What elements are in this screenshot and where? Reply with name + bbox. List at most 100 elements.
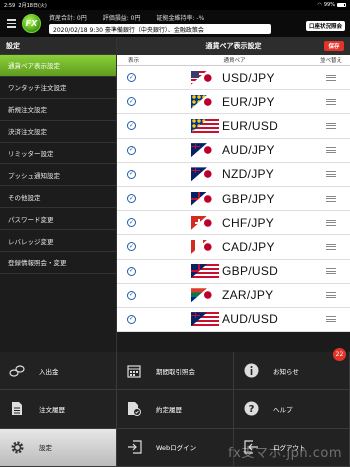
drag-handle-icon[interactable] — [312, 243, 350, 250]
show-toggle[interactable]: ✓ — [117, 121, 157, 131]
checkmark-icon: ✓ — [127, 73, 136, 83]
pair-row[interactable]: ✓ AUD/USD — [117, 307, 350, 333]
help-icon: ? — [243, 401, 259, 417]
sidebar-item-registration[interactable]: 登録情報照会・変更 — [0, 252, 116, 274]
menu-execution-history[interactable]: 約定履歴 — [117, 390, 234, 429]
drag-handle-icon[interactable] — [312, 171, 350, 178]
checkmark-icon: ✓ — [127, 169, 136, 179]
pair-row[interactable]: ✓ NZD/JPY — [117, 162, 350, 187]
pair-label: GBP/USD — [222, 264, 279, 279]
menu-web-login[interactable]: Webログイン — [117, 428, 234, 467]
valuation-pl: 評価損益: 0円 — [102, 14, 141, 22]
sidebar-item-new-order[interactable]: 新規注文設定 — [0, 99, 116, 121]
sidebar-item-leverage[interactable]: レバレッジ変更 — [0, 230, 116, 253]
drag-handle-icon[interactable] — [312, 147, 350, 154]
bottom-menu: 入出金 期間取引照会 お知らせ 22 注文履歴 約定履歴 ? ヘルプ 設定 We… — [0, 348, 350, 467]
pair-cell: USD/JPY — [157, 70, 312, 85]
checkmark-icon: ✓ — [127, 218, 136, 228]
sidebar-item-pair-display[interactable]: 通貨ペア表示設定 — [0, 55, 116, 77]
show-toggle[interactable]: ✓ — [117, 194, 157, 204]
sidebar-item-close-order[interactable]: 決済注文設定 — [0, 121, 116, 143]
pair-cell: CAD/JPY — [157, 239, 312, 254]
show-toggle[interactable]: ✓ — [117, 97, 157, 107]
menu-order-history[interactable]: 注文履歴 — [0, 390, 117, 429]
sidebar-item-one-touch[interactable]: ワンタッチ注文設定 — [0, 77, 116, 99]
menu-period-inquiry[interactable]: 期間取引照会 — [117, 352, 234, 391]
drag-handle-icon[interactable] — [312, 74, 350, 81]
news-ticker[interactable]: 2020/02/18 9:30 豪準備銀行（中央銀行）、金融政策会 — [49, 24, 271, 34]
show-toggle[interactable]: ✓ — [117, 266, 157, 276]
save-button[interactable]: 保存 — [324, 41, 344, 51]
show-toggle[interactable]: ✓ — [117, 314, 157, 324]
column-show: 表示 — [128, 58, 140, 64]
currency-flag-icon — [191, 288, 219, 303]
pair-cell: AUD/JPY — [157, 143, 312, 158]
pair-row[interactable]: ✓ EUR/JPY — [117, 90, 350, 115]
checkmark-icon: ✓ — [127, 145, 136, 155]
checkmark-icon: ✓ — [127, 290, 136, 300]
pair-label: EUR/JPY — [222, 94, 275, 109]
pair-row[interactable]: ✓ CHF/JPY — [117, 211, 350, 236]
pair-cell: EUR/JPY — [157, 94, 312, 109]
menu-notices[interactable]: お知らせ 22 — [234, 348, 350, 391]
currency-flag-icon — [191, 94, 219, 109]
pair-row[interactable]: ✓ AUD/JPY — [117, 138, 350, 163]
currency-flag-icon — [191, 167, 219, 182]
menu-label: 期間取引照会 — [156, 367, 195, 376]
drag-handle-icon[interactable] — [312, 219, 350, 226]
menu-deposit[interactable]: 入出金 — [0, 352, 117, 391]
menu-settings[interactable]: 設定 — [0, 428, 117, 467]
pair-row[interactable]: ✓ CAD/JPY — [117, 235, 350, 260]
drag-handle-icon[interactable] — [312, 122, 350, 129]
sidebar-item-push[interactable]: プッシュ通知設定 — [0, 164, 116, 187]
sidebar-item-password[interactable]: パスワード変更 — [0, 208, 116, 231]
pair-row[interactable]: ✓ ZAR/JPY — [117, 283, 350, 308]
gear-icon — [9, 439, 25, 455]
show-toggle[interactable]: ✓ — [117, 290, 157, 300]
pair-cell: NZD/JPY — [157, 167, 312, 182]
pair-row[interactable]: ✓ GBP/JPY — [117, 186, 350, 212]
checkmark-icon: ✓ — [127, 97, 136, 107]
drag-handle-icon[interactable] — [312, 268, 350, 275]
currency-flag-icon — [191, 191, 219, 206]
wifi-icon: ◠ — [317, 2, 322, 8]
checkmark-icon: ✓ — [127, 121, 136, 131]
drag-handle-icon[interactable] — [312, 292, 350, 299]
web-login-icon — [126, 439, 142, 455]
pair-cell: CHF/JPY — [157, 215, 312, 230]
app-header: FX 資産合計: 0円 評価損益: 0円 証拠金維持率: -% 2020/02/… — [0, 10, 350, 37]
show-toggle[interactable]: ✓ — [117, 169, 157, 179]
show-toggle[interactable]: ✓ — [117, 73, 157, 83]
pair-row[interactable]: ✓ USD/JPY — [117, 66, 350, 91]
column-pair: 通貨ペア — [223, 58, 246, 64]
pair-label: CHF/JPY — [222, 215, 275, 230]
currency-flag-icon — [191, 143, 219, 158]
show-toggle[interactable]: ✓ — [117, 218, 157, 228]
pair-row[interactable]: ✓ EUR/USD — [117, 114, 350, 139]
pair-cell: GBP/JPY — [157, 191, 312, 206]
pair-cell: EUR/USD — [157, 118, 312, 133]
pair-row[interactable]: ✓ GBP/USD — [117, 259, 350, 284]
sidebar-item-other[interactable]: その他設定 — [0, 186, 116, 209]
pair-label: CAD/JPY — [222, 239, 275, 254]
currency-flag-icon — [191, 239, 219, 254]
settings-sidebar: 設定 通貨ペア表示設定 ワンタッチ注文設定 新規注文設定 決済注文設定 リミッタ… — [0, 37, 117, 352]
show-toggle[interactable]: ✓ — [117, 145, 157, 155]
menu-label: ヘルプ — [273, 405, 293, 414]
account-status-button[interactable]: 口座状況照会 — [305, 21, 345, 31]
pair-label: AUD/JPY — [222, 143, 275, 158]
page-title: 通貨ペア表示設定 — [205, 42, 262, 50]
show-toggle[interactable]: ✓ — [117, 242, 157, 252]
menu-help[interactable]: ? ヘルプ — [234, 390, 350, 429]
drag-handle-icon[interactable] — [312, 98, 350, 105]
pair-label: ZAR/JPY — [222, 288, 274, 303]
sidebar-item-limiter[interactable]: リミッター設定 — [0, 143, 116, 165]
order-history-icon — [9, 401, 25, 417]
menu-icon[interactable] — [0, 10, 22, 37]
logout-icon — [243, 439, 259, 455]
drag-handle-icon[interactable] — [312, 316, 350, 323]
currency-flag-icon — [191, 215, 219, 230]
drag-handle-icon[interactable] — [312, 195, 350, 202]
menu-logout[interactable]: ログアウト — [234, 428, 350, 467]
pair-label: EUR/USD — [222, 118, 279, 133]
